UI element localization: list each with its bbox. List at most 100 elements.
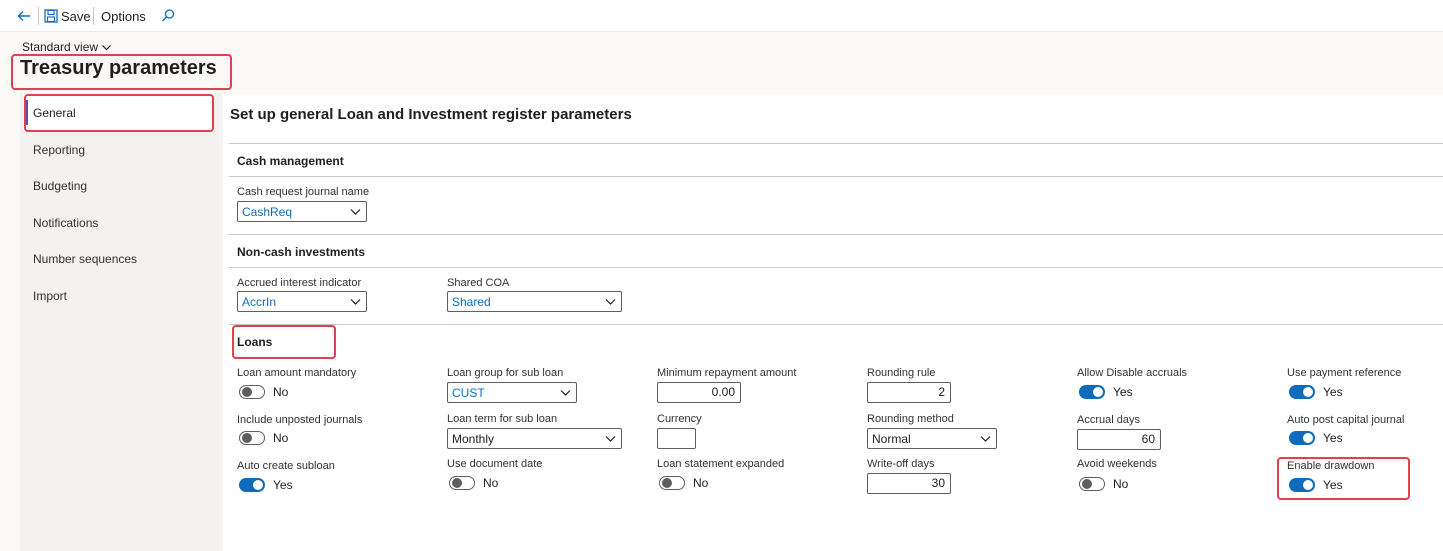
rounding-method-combo[interactable]: Normal — [867, 428, 997, 449]
toggle-switch[interactable] — [239, 478, 265, 492]
field-label: Cash request journal name — [237, 186, 370, 198]
enable-drawdown-toggle[interactable]: Yes — [1289, 478, 1343, 492]
include-unposted-journals-toggle[interactable]: No — [239, 431, 288, 445]
use-document-date-toggle[interactable]: No — [449, 476, 498, 490]
nav-item-number-sequences[interactable]: Number sequences — [33, 252, 137, 266]
nav-item-import[interactable]: Import — [33, 289, 67, 303]
field-label: Loan term for sub loan — [447, 413, 558, 425]
toolbar-divider — [93, 7, 94, 25]
toggle-switch[interactable] — [659, 476, 685, 490]
toggle-switch[interactable] — [1289, 385, 1315, 399]
field-label: Use document date — [447, 458, 543, 470]
toggle-value: No — [483, 476, 499, 490]
combo-value: CUST — [452, 385, 485, 400]
loan-amount-mandatory-toggle[interactable]: No — [239, 385, 288, 399]
content-title: Set up general Loan and Investment regis… — [230, 106, 632, 123]
toggle-switch[interactable] — [1079, 385, 1105, 399]
back-button[interactable] — [16, 0, 32, 32]
field-label: Use payment reference — [1287, 367, 1402, 379]
nav-item-budgeting[interactable]: Budgeting — [33, 179, 87, 193]
search-icon — [162, 9, 175, 22]
toggle-switch[interactable] — [1079, 477, 1105, 491]
minimum-repayment-input[interactable]: 0.00 — [657, 382, 741, 403]
toggle-value: No — [273, 431, 289, 445]
loan-term-combo[interactable]: Monthly — [447, 428, 622, 449]
section-divider — [229, 324, 1443, 325]
field-label: Allow Disable accruals — [1077, 367, 1188, 379]
nav-active-indicator — [25, 100, 28, 125]
section-divider — [229, 176, 1443, 177]
section-divider — [229, 143, 1443, 144]
back-arrow-icon — [17, 11, 30, 21]
field-label: Minimum repayment amount — [657, 367, 797, 379]
loan-group-combo[interactable]: CUST — [447, 382, 577, 403]
field-label: Avoid weekends — [1077, 458, 1157, 470]
field-label: Write-off days — [867, 458, 935, 470]
chevron-down-icon — [605, 299, 616, 305]
shared-coa-combo[interactable]: Shared — [447, 291, 622, 312]
toggle-switch[interactable] — [1289, 431, 1315, 445]
search-button[interactable] — [160, 0, 176, 32]
loan-statement-expanded-toggle[interactable]: No — [659, 476, 708, 490]
view-label: Standard view — [22, 40, 99, 54]
nav-item-notifications[interactable]: Notifications — [33, 216, 98, 230]
use-payment-reference-toggle[interactable]: Yes — [1289, 385, 1343, 399]
chevron-down-icon — [350, 299, 361, 305]
field-label: Auto create subloan — [237, 460, 335, 472]
field-label: Rounding rule — [867, 367, 936, 379]
nav-item-general[interactable]: General — [33, 106, 76, 120]
options-button[interactable]: Options — [101, 0, 146, 32]
auto-create-subloan-toggle[interactable]: Yes — [239, 478, 293, 492]
toggle-switch[interactable] — [1289, 478, 1315, 492]
combo-value: CashReq — [242, 204, 293, 219]
section-divider — [229, 234, 1443, 235]
toggle-value: Yes — [1113, 385, 1133, 399]
cash-request-journal-combo[interactable]: CashReq — [237, 201, 367, 222]
toggle-value: No — [1113, 477, 1129, 491]
chevron-down-icon — [560, 390, 571, 396]
field-label: Loan amount mandatory — [237, 367, 357, 379]
field-label: Loan group for sub loan — [447, 367, 564, 379]
page-title: Treasury parameters — [20, 57, 217, 79]
avoid-weekends-toggle[interactable]: No — [1079, 477, 1128, 491]
writeoff-days-input[interactable]: 30 — [867, 473, 951, 494]
combo-value: Normal — [872, 431, 911, 446]
allow-disable-accruals-toggle[interactable]: Yes — [1079, 385, 1133, 399]
toggle-switch[interactable] — [449, 476, 475, 490]
save-label: Save — [61, 8, 91, 24]
options-label: Options — [101, 8, 146, 24]
toggle-value: No — [693, 476, 709, 490]
field-label: Accrual days — [1077, 414, 1140, 426]
section-title-noncash-investments[interactable]: Non-cash investments — [237, 245, 365, 259]
chevron-down-icon — [605, 436, 616, 442]
field-label: Include unposted journals — [237, 414, 363, 426]
chevron-down-icon — [102, 44, 111, 50]
auto-post-capital-journal-toggle[interactable]: Yes — [1289, 431, 1343, 445]
rounding-rule-input[interactable]: 2 — [867, 382, 951, 403]
combo-value: AccrIn — [242, 294, 277, 309]
accrual-days-input[interactable]: 60 — [1077, 429, 1161, 450]
field-label: Rounding method — [867, 413, 954, 425]
view-selector[interactable]: Standard view — [22, 40, 112, 54]
section-title-loans[interactable]: Loans — [237, 335, 272, 349]
action-toolbar: Save Options — [0, 0, 1443, 32]
chevron-down-icon — [350, 209, 361, 215]
nav-item-reporting[interactable]: Reporting — [33, 143, 85, 157]
toggle-value: Yes — [1323, 431, 1343, 445]
currency-input[interactable] — [657, 428, 696, 449]
toolbar-divider — [38, 7, 39, 25]
toggle-value: Yes — [1323, 385, 1343, 399]
left-nav: General Reporting Budgeting Notification… — [20, 94, 222, 551]
accrued-interest-indicator-combo[interactable]: AccrIn — [237, 291, 367, 312]
field-label: Shared COA — [447, 277, 510, 289]
combo-value: Shared — [452, 294, 491, 309]
field-label: Loan statement expanded — [657, 458, 785, 470]
chevron-down-icon — [980, 436, 991, 442]
toggle-switch[interactable] — [239, 385, 265, 399]
section-title-cash-management[interactable]: Cash management — [237, 154, 344, 168]
toggle-value: Yes — [273, 478, 293, 492]
toggle-switch[interactable] — [239, 431, 265, 445]
save-button[interactable]: Save — [44, 0, 91, 32]
toggle-value: No — [273, 385, 289, 399]
combo-value: Monthly — [452, 431, 495, 446]
